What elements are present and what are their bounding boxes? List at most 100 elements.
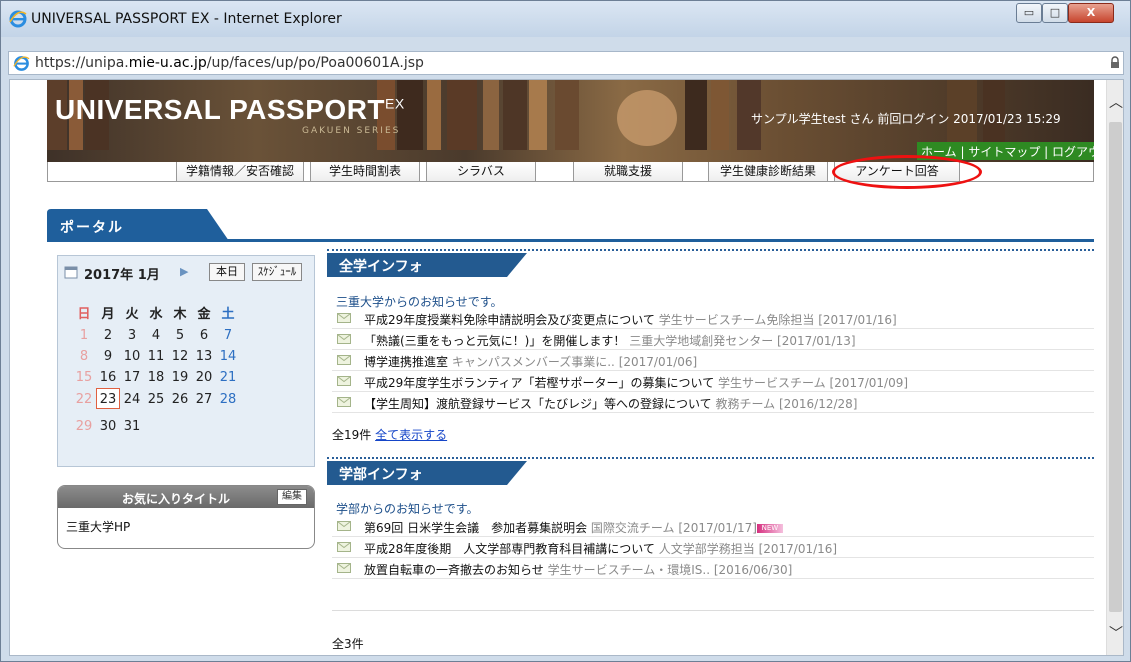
favorites-header: お気に入りタイトル 編集	[58, 486, 314, 508]
calendar-day[interactable]: 13	[192, 346, 216, 367]
news-text[interactable]: 平成29年度学生ボランティア「若樫サポーター」の募集について 学生サービスチーム…	[364, 374, 908, 391]
calendar-day[interactable]: 28	[216, 389, 240, 410]
news-title[interactable]: 平成28年度後期 人文学部専門教育科目補講について	[364, 542, 655, 556]
calendar-day[interactable]: 26	[168, 389, 192, 410]
news-title[interactable]: 「熟議(三重をもっと元気に！)」を開催します！	[364, 334, 625, 348]
nav-health-check[interactable]: 学生健康診断結果	[708, 162, 828, 181]
envelope-icon	[337, 521, 351, 531]
portal-title: ポータル	[60, 220, 124, 236]
news-item[interactable]: 博学連携推進室 キャンパスメンバーズ事業に.. [2017/01/06]	[332, 350, 1094, 371]
calendar-day[interactable]: 22	[72, 389, 96, 410]
calendar-day[interactable]: 31	[120, 416, 144, 437]
gakubu-intro: 学部からのお知らせです。	[336, 502, 479, 516]
calendar-day[interactable]: 3	[120, 325, 144, 346]
nav-timetable[interactable]: 学生時間割表	[310, 162, 420, 181]
favorites-title: お気に入りタイトル	[122, 492, 231, 506]
news-text[interactable]: 第69回 日米学生会議 参加者募集説明会 国際交流チーム [2017/01/17…	[364, 519, 783, 536]
envelope-icon	[337, 334, 351, 344]
scroll-thumb[interactable]	[1109, 122, 1122, 612]
calendar-month: 2017年 1月	[84, 268, 160, 283]
news-item[interactable]: 平成29年度授業料免除申請説明会及び変更点について 学生サービスチーム免除担当 …	[332, 308, 1094, 329]
news-title[interactable]: 第69回 日米学生会議 参加者募集説明会	[364, 521, 587, 535]
calendar-day[interactable]: 12	[168, 346, 192, 367]
news-item[interactable]: 第69回 日米学生会議 参加者募集説明会 国際交流チーム [2017/01/17…	[332, 516, 1094, 537]
nav-student-registration[interactable]: 学籍情報／安否確認	[176, 162, 304, 181]
next-month-icon[interactable]: ▶	[180, 265, 188, 278]
news-text[interactable]: 博学連携推進室 キャンパスメンバーズ事業に.. [2017/01/06]	[364, 353, 697, 370]
calendar-day[interactable]: 10	[120, 346, 144, 367]
news-text[interactable]: 放置自転車の一斉撤去のお知らせ 学生サービスチーム・環境IS.. [2016/0…	[364, 561, 792, 578]
news-item[interactable]: 放置自転車の一斉撤去のお知らせ 学生サービスチーム・環境IS.. [2016/0…	[332, 558, 1094, 579]
favorite-link[interactable]: 三重大学HP	[66, 518, 130, 535]
calendar-day[interactable]: 7	[216, 325, 240, 346]
news-text[interactable]: 平成29年度授業料免除申請説明会及び変更点について 学生サービスチーム免除担当 …	[364, 311, 897, 328]
calendar-day[interactable]: 1	[72, 325, 96, 346]
scroll-down-icon[interactable]: ﹀	[1109, 623, 1123, 643]
calendar-day[interactable]: 18	[144, 367, 168, 388]
calendar-day[interactable]: 16	[96, 367, 120, 388]
calendar-day[interactable]: 15	[72, 367, 96, 388]
close-button[interactable]: X	[1068, 3, 1114, 23]
dow-mon: 月	[101, 307, 115, 322]
calendar-day[interactable]: 2	[96, 325, 120, 346]
news-title[interactable]: 平成29年度学生ボランティア「若樫サポーター」の募集について	[364, 376, 714, 390]
show-all-link[interactable]: 全て表示する	[375, 428, 447, 442]
schedule-button[interactable]: ｽｹｼﾞｭｰﾙ	[252, 263, 302, 281]
calendar-day[interactable]: 30	[96, 416, 120, 437]
calendar-empty-cell	[192, 409, 216, 430]
url-text[interactable]: https://unipa.mie-u.ac.jp/up/faces/up/po…	[35, 55, 424, 71]
scroll-up-icon[interactable]: ︿	[1109, 92, 1123, 112]
calendar-day[interactable]: 4	[144, 325, 168, 346]
calendar-day[interactable]: 24	[120, 389, 144, 410]
favorites-box: お気に入りタイトル 編集 三重大学HP	[57, 485, 315, 549]
minimize-button[interactable]: ▭	[1016, 3, 1042, 23]
calendar-day[interactable]: 17	[120, 367, 144, 388]
news-title[interactable]: 平成29年度授業料免除申請説明会及び変更点について	[364, 313, 655, 327]
envelope-icon	[337, 563, 351, 573]
news-item[interactable]: 【学生周知】渡航登録サービス「たびレジ」等への登録について 教務チーム [201…	[332, 392, 1094, 413]
news-item[interactable]: 平成29年度学生ボランティア「若樫サポーター」の募集について 学生サービスチーム…	[332, 371, 1094, 392]
envelope-icon	[337, 313, 351, 323]
nav-syllabus[interactable]: シラバス	[426, 162, 536, 181]
header-banner: UNIVERSAL PASSPORTEX GAKUEN SERIES サンプル学…	[47, 80, 1094, 162]
zengaku-count-text: 全19件	[332, 428, 372, 442]
calendar-day[interactable]: 29	[72, 416, 96, 437]
link-separator: |	[956, 145, 969, 159]
gakubu-title: 学部インフォ	[339, 467, 423, 483]
calendar-day[interactable]: 27	[192, 389, 216, 410]
calendar-icon[interactable]	[64, 265, 78, 279]
maximize-button[interactable]: □	[1042, 3, 1068, 23]
calendar-day[interactable]: 9	[96, 346, 120, 367]
favorites-edit-button[interactable]: 編集	[277, 489, 307, 505]
calendar-day[interactable]: 19	[168, 367, 192, 388]
news-meta: 三重大学地域創発センター [2017/01/13]	[629, 334, 856, 348]
calendar-day[interactable]: 6	[192, 325, 216, 346]
calendar-day[interactable]: 11	[144, 346, 168, 367]
calendar-day[interactable]: 21	[216, 367, 240, 388]
news-text[interactable]: 【学生周知】渡航登録サービス「たびレジ」等への登録について 教務チーム [201…	[364, 395, 857, 412]
calendar-day[interactable]: 25	[144, 389, 168, 410]
news-meta: 学生サービスチーム [2017/01/09]	[718, 376, 909, 390]
today-button[interactable]: 本日	[209, 263, 245, 281]
address-bar[interactable]: https://unipa.mie-u.ac.jp/up/faces/up/po…	[8, 51, 1124, 75]
calendar-day[interactable]: 14	[216, 346, 240, 367]
news-title[interactable]: 【学生周知】渡航登録サービス「たびレジ」等への登録について	[364, 397, 712, 411]
sitemap-link[interactable]: サイトマップ	[968, 145, 1040, 159]
nav-career-support[interactable]: 就職支援	[573, 162, 683, 181]
calendar-empty-cell	[216, 409, 240, 430]
logout-link[interactable]: ログアウト	[1052, 145, 1094, 159]
title-bar[interactable]: UNIVERSAL PASSPORT EX - Internet Explore…	[1, 1, 1130, 37]
student-photo	[617, 90, 677, 146]
calendar-day[interactable]: 23	[96, 388, 120, 409]
news-title[interactable]: 放置自転車の一斉撤去のお知らせ	[364, 563, 544, 577]
calendar-day[interactable]: 5	[168, 325, 192, 346]
calendar-day[interactable]: 20	[192, 367, 216, 388]
logo: UNIVERSAL PASSPORTEX	[55, 94, 405, 125]
news-item[interactable]: 「熟議(三重をもっと元気に！)」を開催します！ 三重大学地域創発センター [20…	[332, 329, 1094, 350]
news-text[interactable]: 平成28年度後期 人文学部専門教育科目補講について 人文学部学務担当 [2017…	[364, 540, 837, 557]
news-title[interactable]: 博学連携推進室	[364, 355, 448, 369]
vertical-scrollbar[interactable]: ︿ ﹀	[1106, 80, 1123, 655]
news-item[interactable]: 平成28年度後期 人文学部専門教育科目補講について 人文学部学務担当 [2017…	[332, 537, 1094, 558]
calendar-day[interactable]: 8	[72, 346, 96, 367]
news-text[interactable]: 「熟議(三重をもっと元気に！)」を開催します！ 三重大学地域創発センター [20…	[364, 332, 856, 349]
